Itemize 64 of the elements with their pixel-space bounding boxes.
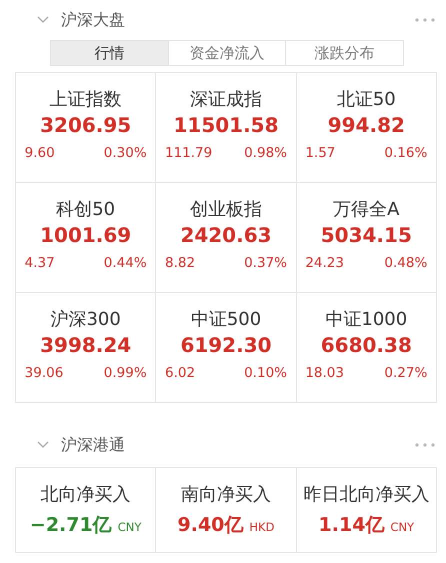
index-change: 4.37 [24,255,55,271]
index-name: 北证50 [336,88,396,111]
more-icon[interactable] [415,18,435,22]
index-change: 1.57 [305,145,336,161]
currency-label: CNY [118,520,142,534]
index-card[interactable]: 沪深300 3998.24 39.06 0.99% [16,293,156,403]
section-title: 沪深港通 [61,434,126,456]
index-change: 8.82 [164,255,196,271]
flow-name: 南向净买入 [180,483,271,506]
index-percent: 0.48% [384,255,428,271]
flow-amount: −2.71亿 [30,513,112,538]
index-value: 3206.95 [40,113,132,137]
currency-label: HKD [249,520,274,534]
index-value: 5034.15 [320,223,412,247]
index-change: 39.06 [24,365,64,381]
index-percent: 0.37% [244,255,287,271]
chevron-icon[interactable] [37,441,49,449]
index-name: 万得全A [333,198,400,221]
index-name: 创业板指 [190,198,262,221]
flow-name: 昨日北向净买入 [303,483,430,506]
index-value: 6192.30 [180,333,272,357]
index-value: 3998.24 [40,333,132,357]
index-value: 11501.58 [173,113,278,137]
index-change: 9.60 [24,145,55,161]
index-name: 深证成指 [190,88,262,111]
section-title: 沪深大盘 [61,10,126,30]
index-percent: 0.30% [104,145,147,161]
chevron-icon[interactable] [37,16,49,24]
index-card[interactable]: 中证1000 6680.38 18.03 0.27% [296,293,437,403]
index-card[interactable]: 万得全A 5034.15 24.23 0.48% [296,183,437,293]
index-card[interactable]: 科创50 1001.69 4.37 0.44% [16,183,156,293]
index-value: 994.82 [328,113,405,137]
currency-label: CNY [390,520,414,534]
flow-card[interactable]: 南向净买入 9.40亿 HKD [156,468,297,553]
index-change: 24.23 [305,255,344,271]
index-card[interactable]: 中证500 6192.30 6.02 0.10% [156,293,297,403]
index-value: 1001.69 [40,223,132,247]
tab[interactable]: 行情 [51,41,168,65]
index-name: 沪深300 [50,308,121,331]
index-percent: 0.44% [104,255,147,271]
index-percent: 0.27% [384,365,428,381]
index-card[interactable]: 深证成指 11501.58 111.79 0.98% [156,73,297,183]
index-change: 18.03 [305,365,344,381]
index-name: 上证指数 [50,88,122,111]
index-value: 2420.63 [180,223,272,247]
more-icon[interactable] [415,443,435,447]
flow-name: 北向净买入 [40,483,131,506]
index-card[interactable]: 北证50 994.82 1.57 0.16% [296,73,437,183]
index-card[interactable]: 上证指数 3206.95 9.60 0.30% [16,73,156,183]
index-percent: 0.10% [244,365,287,381]
index-card[interactable]: 创业板指 2420.63 8.82 0.37% [156,183,297,293]
index-value: 6680.38 [320,333,412,357]
flow-amount: 9.40亿 [178,513,244,538]
index-percent: 0.99% [104,365,147,381]
index-percent: 0.16% [384,145,428,161]
index-name: 中证500 [190,308,262,331]
index-change: 111.79 [164,145,212,161]
flow-card[interactable]: 昨日北向净买入 1.14亿 CNY [296,468,437,553]
index-percent: 0.98% [244,145,287,161]
flow-amount: 1.14亿 [318,513,384,538]
index-name: 中证1000 [325,308,408,331]
flow-card[interactable]: 北向净买入 −2.71亿 CNY [16,468,156,553]
index-change: 6.02 [164,365,196,381]
index-name: 科创50 [56,198,116,221]
